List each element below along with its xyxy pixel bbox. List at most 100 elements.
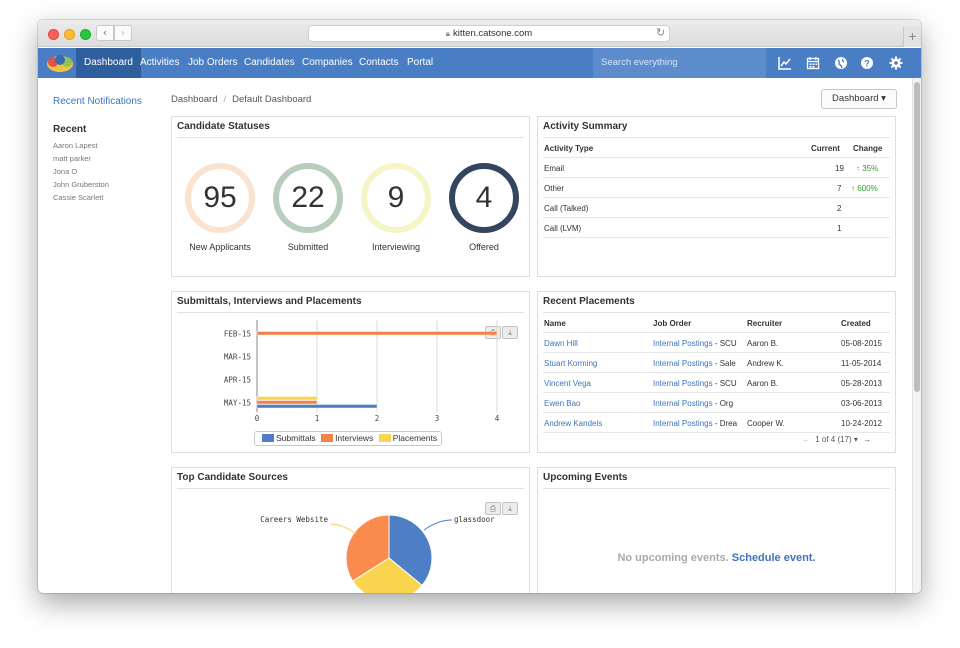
zoom-window-button[interactable] [80,29,91,40]
app-navbar: Dashboard Activities Job Orders Candidat… [38,48,921,78]
nav-portal[interactable]: Portal [407,48,433,78]
job-order-link[interactable]: Internal Postings [653,339,713,348]
upcoming-events-panel: Upcoming Events No upcoming events. Sche… [537,467,896,593]
schedule-event-link[interactable]: Schedule event. [732,552,816,564]
dashboard-dropdown-button[interactable]: Dashboard ▾ [821,89,897,109]
next-page-arrow-icon[interactable]: → [863,435,871,444]
lock-icon: 🔒︎ [445,29,451,38]
table-row: Call (Talked) 2 [543,198,890,218]
recent-item[interactable]: Aaron Lapest [53,141,98,150]
status-label: Submitted [287,242,329,252]
job-order-link[interactable]: Internal Postings [653,359,713,368]
address-bar[interactable]: 🔒︎ kitten.catsone.com [308,25,670,42]
activity-change: ↑ 35% [856,164,879,173]
column-header: Current [811,144,840,153]
recent-item[interactable]: matt parker [53,154,91,163]
scrollbar-thumb[interactable] [914,82,920,392]
nav-dashboard[interactable]: Dashboard [76,48,141,78]
activity-current: 19 [835,164,844,173]
close-window-button[interactable] [48,29,59,40]
new-tab-button[interactable]: + [903,27,921,47]
job-order-cell: Internal Postings - Org [653,399,743,408]
forward-arrow-icon[interactable]: › [114,25,132,41]
panel-title: Recent Placements [543,296,635,307]
url-text: kitten.catsone.com [453,28,533,39]
candidate-name-link[interactable]: Stuart Korming [544,359,597,368]
legend-placements[interactable]: Placements [376,433,437,443]
nav-activities[interactable]: Activities [140,48,179,78]
page-indicator[interactable]: 1 of 4 (17) ▾ [815,435,858,444]
y-tick-label: FEB-15 [224,330,251,339]
table-row: Ewen Bao Internal Postings - Org 03-06-201… [543,393,890,413]
created-date: 03-06-2013 [841,399,882,408]
help-icon[interactable]: ? [860,56,874,70]
x-tick-label: 2 [375,414,380,423]
job-order-suffix: - SCU [712,339,737,348]
recruiter-name: Cooper W. [747,419,785,428]
status-label: New Applicants [189,242,251,252]
recruiter-name: Aaron B. [747,339,779,348]
chart-legend: Submittals Interviews Placements [254,431,443,446]
status-label: Interviewing [371,242,421,252]
legend-interviews[interactable]: Interviews [318,433,373,443]
candidate-name-link[interactable]: Vincent Vega [544,379,591,388]
page-scrollbar[interactable] [912,78,921,593]
reports-chart-icon[interactable] [778,56,792,70]
status-circle-submitted[interactable]: 22 [273,163,343,233]
job-order-link[interactable]: Internal Postings [653,399,713,408]
catsone-logo[interactable] [46,53,74,73]
minimize-window-button[interactable] [64,29,75,40]
job-order-cell: Internal Postings - SCU [653,379,743,388]
status-circle-offered[interactable]: 4 [449,163,519,233]
back-arrow-icon[interactable]: ‹ [96,25,114,41]
table-header: Name Job Order Recruiter Created [543,313,890,333]
nav-candidates[interactable]: Candidates [244,48,295,78]
pagination: ← 1 of 4 (17) ▾ → [802,435,871,444]
activity-change: ↑ 600% [851,184,878,193]
panel-title: Submittals, Interviews and Placements [177,296,362,307]
recent-notifications-link[interactable]: Recent Notifications [53,96,142,107]
reload-icon[interactable]: ↻ [656,26,665,39]
nav-companies[interactable]: Companies [302,48,353,78]
search-input[interactable]: Search everything [593,48,766,78]
candidate-name-link[interactable]: Dawn Hill [544,339,578,348]
activity-summary-panel: Activity Summary Activity Type Current C… [537,116,896,277]
created-date: 05-28-2013 [841,379,882,388]
table-row: Call (LVM) 1 [543,218,890,238]
calendar-icon[interactable] [806,56,820,70]
recent-item[interactable]: Cassie Scarlett [53,193,103,202]
candidate-name-link[interactable]: Andrew Kandels [544,419,602,428]
job-order-link[interactable]: Internal Postings [653,419,713,428]
sources-pie-chart: glassdoor Careers Website [260,514,495,593]
status-circle-interviewing[interactable]: 9 [361,163,431,233]
column-header: Activity Type [544,144,594,153]
prev-page-arrow-icon[interactable]: ← [802,435,810,444]
bar-interviews [256,331,498,336]
candidate-name-link[interactable]: Ewen Bao [544,399,580,408]
table-row: Stuart Korming Internal Postings - Sale An… [543,353,890,373]
nav-job-orders[interactable]: Job Orders [188,48,237,78]
candidate-statuses-panel: Candidate Statuses 95 New Applicants 22 … [171,116,530,277]
top-sources-panel: Top Candidate Sources ⎙ ⤓ glassdoor Career… [171,467,530,593]
nav-contacts[interactable]: Contacts [359,48,398,78]
panel-title: Top Candidate Sources [177,472,288,483]
breadcrumb-root[interactable]: Dashboard [171,94,217,105]
empty-events-message: No upcoming events. Schedule event. [538,552,895,564]
recruiter-name: Andrew K. [747,359,784,368]
job-order-link[interactable]: Internal Postings [653,379,713,388]
x-tick-label: 4 [495,414,500,423]
recent-item[interactable]: John Gruberston [53,180,109,189]
table-row: Vincent Vega Internal Postings - SCU Aaron… [543,373,890,393]
job-order-cell: Internal Postings - SCU [653,339,743,348]
globe-icon[interactable] [834,56,848,70]
settings-gear-icon[interactable] [889,56,903,70]
recent-item[interactable]: Jona O [53,167,77,176]
recruiter-name: Aaron B. [747,379,779,388]
legend-submittals[interactable]: Submittals [259,433,316,443]
activity-current: 2 [837,204,842,213]
column-header: Name [544,319,566,328]
breadcrumb: Dashboard / Default Dashboard [171,94,312,105]
breadcrumb-current: Default Dashboard [232,94,312,105]
status-circle-new-applicants[interactable]: 95 [185,163,255,233]
column-header: Recruiter [747,319,783,328]
